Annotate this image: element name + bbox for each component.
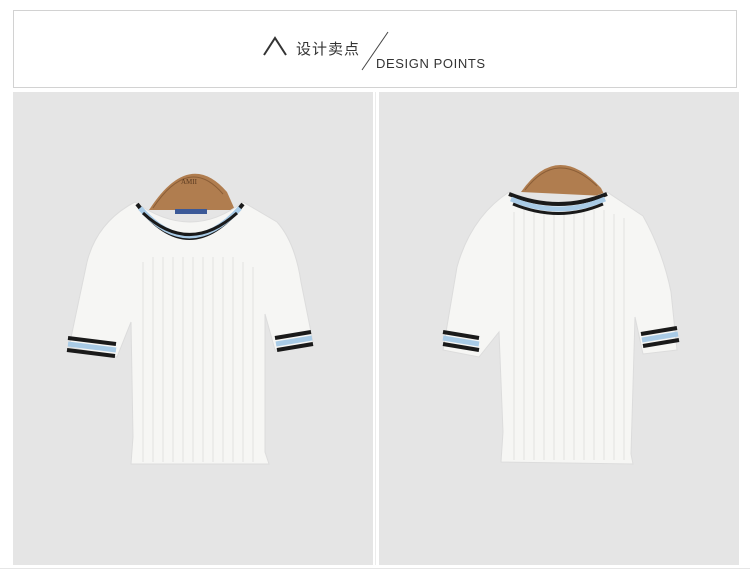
- product-photo-front: AMII: [13, 92, 373, 565]
- chevron-up-icon: [263, 36, 287, 56]
- bottom-separator: [0, 568, 750, 569]
- section-title-english: DESIGN POINTS: [376, 56, 486, 71]
- tshirt-back-illustration: [442, 164, 680, 465]
- section-title-chinese: 设计卖点: [296, 41, 361, 58]
- hanger-icon: [521, 164, 605, 196]
- panel-divider: [375, 92, 376, 565]
- hanger-icon: AMII: [149, 173, 235, 210]
- brand-neck-label: [175, 209, 207, 214]
- product-photo-back: [379, 92, 739, 565]
- tshirt-front-illustration: AMII: [66, 173, 314, 465]
- hanger-brand-label: AMII: [181, 178, 198, 186]
